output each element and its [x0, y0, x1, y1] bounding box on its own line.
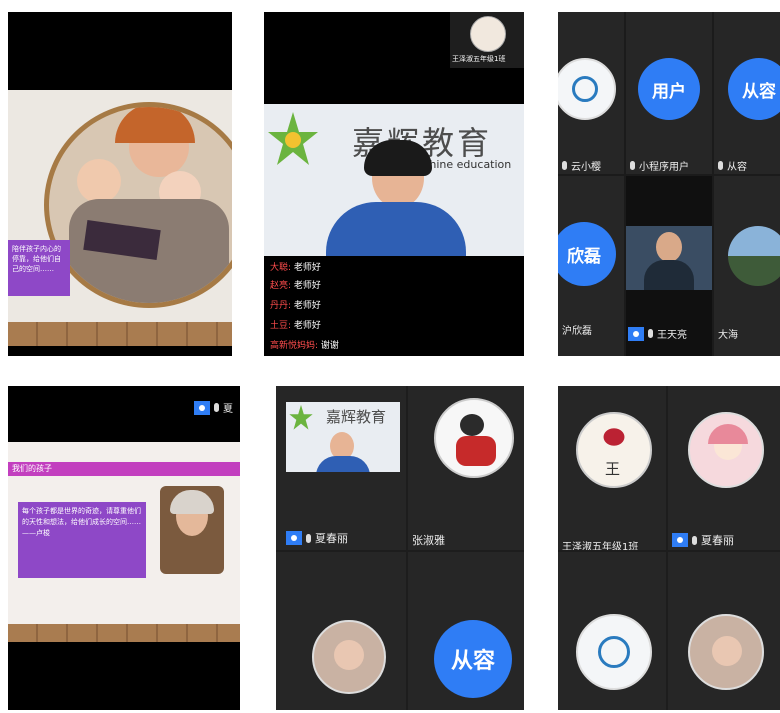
video-panel-6[interactable]: 王 王泽淑五年级1班 夏春丽	[558, 386, 780, 710]
video-panel-5[interactable]: 嘉辉教育 夏春丽 张淑雅 从容	[276, 386, 524, 710]
participant-name-row: 王天亮	[628, 326, 687, 341]
chat-line: 土豆: 老师好	[270, 321, 321, 331]
teacher-hair	[364, 140, 432, 176]
slide-title-bar: 我们的孩子	[8, 462, 240, 476]
video-panel-2[interactable]: 王泽淑五年级1班 嘉辉教育 sunshine education 赵亮: 老师好…	[264, 12, 524, 356]
participant-name-row: 夏春丽	[286, 530, 348, 546]
participant-name-row: 张淑雅	[412, 534, 445, 547]
chat-line: 赵亮: 老师好	[270, 281, 321, 291]
school-logo-avatar	[576, 614, 652, 690]
participant-tile-video[interactable]: 嘉辉教育 夏春丽	[276, 386, 406, 550]
participant-name-row: 云小樱	[562, 158, 601, 173]
participant-tile[interactable]: 从容 从容	[714, 12, 780, 174]
portrait-image	[160, 486, 224, 574]
brand-star-logo	[289, 404, 313, 430]
slide-screen: 陪伴孩子内心的停靠，给他们自己的空间……	[8, 90, 232, 322]
teacher-body	[326, 202, 466, 256]
chat-line: 大聪: 老师好	[270, 263, 321, 273]
slide-purple-box: 陪伴孩子内心的停靠，给他们自己的空间……	[8, 240, 70, 296]
participant-tile[interactable]: 夏春丽	[668, 386, 780, 550]
participant-tile[interactable]	[276, 552, 406, 710]
participant-name: 王泽淑五年级1班	[452, 55, 506, 63]
school-logo-avatar	[558, 58, 616, 120]
slide-circle-frame	[44, 102, 232, 308]
person-icon	[672, 533, 688, 547]
participant-tile[interactable]: 从容	[408, 552, 524, 710]
chat-line: 丹丹: 老师好	[270, 301, 321, 311]
participant-name-row: 大海	[718, 330, 738, 341]
speaker-video	[626, 226, 712, 290]
mic-icon	[306, 533, 311, 543]
person-icon	[286, 531, 302, 545]
cartoon-girl-avatar	[688, 412, 764, 488]
brand-name-cn: 嘉辉教育	[326, 408, 387, 426]
person-icon	[194, 400, 210, 415]
teacher-video-thumb: 嘉辉教育	[286, 402, 400, 472]
calligraphy-avatar: 王	[576, 412, 652, 488]
mic-icon	[630, 161, 635, 170]
wood-floor	[8, 624, 240, 642]
participant-name-row: 小程序用户	[630, 158, 689, 173]
quote-box: 每个孩子都是世界的奇迹，请尊重他们的天性和想法，给他们成长的空间…… ——卢梭	[18, 502, 146, 578]
landscape-avatar	[728, 226, 780, 286]
wood-floor	[8, 322, 232, 346]
baby-photo-avatar	[688, 614, 764, 690]
person-icon	[628, 326, 644, 341]
top-participant-tile[interactable]: 王泽淑五年级1班	[450, 12, 524, 68]
teacher-video: 嘉辉教育 sunshine education	[264, 104, 524, 256]
mic-icon	[692, 535, 697, 545]
participant-tile[interactable]	[558, 552, 666, 710]
participant-tile[interactable]: 用户 小程序用户	[626, 12, 712, 174]
child-figure	[77, 159, 121, 203]
video-panel-3[interactable]: 云小樱 用户 小程序用户 从容 从容 欣磊 沪欣磊 王天亮 大海	[558, 12, 780, 356]
chat-overlay: 赵亮: 老师好 丹丹: 老师好 土豆: 老师好 大聪: 老师好 高新悦妈妈: 谢…	[264, 256, 524, 356]
slide-screen: 我们的孩子 每个孩子都是世界的奇迹，请尊重他们的天性和想法，给他们成长的空间………	[8, 442, 240, 642]
participant-name-row: 从容	[718, 158, 747, 173]
video-panel-4[interactable]: 夏 我们的孩子 每个孩子都是世界的奇迹，请尊重他们的天性和想法，给他们成长的空间…	[8, 386, 240, 710]
participant-tile-speaker[interactable]: 王天亮	[626, 176, 712, 356]
active-speaker-tag: 夏	[194, 400, 233, 415]
participant-tile[interactable]: 王 王泽淑五年级1班	[558, 386, 666, 550]
avatar-badge-char: 王	[605, 460, 621, 478]
mic-icon	[562, 161, 567, 170]
participant-name-row: 王泽淑五年级1班	[562, 542, 639, 550]
participant-avatar	[470, 16, 506, 52]
chat-line: 高新悦妈妈: 谢谢	[270, 341, 339, 351]
brand-star-logo	[268, 112, 318, 165]
baby-photo-avatar	[312, 620, 386, 694]
participant-name-row: 夏春丽	[672, 532, 734, 548]
participant-tile[interactable]: 张淑雅	[408, 386, 524, 550]
mic-icon	[214, 403, 219, 412]
mic-icon	[718, 161, 723, 170]
video-panel-1[interactable]: 陪伴孩子内心的停靠，给他们自己的空间……	[8, 12, 232, 356]
slide-title: 我们的孩子	[12, 464, 52, 473]
congrong-avatar: 从容	[728, 58, 780, 120]
participant-tile[interactable]: 大海	[714, 176, 780, 356]
participant-name-row: 沪欣磊	[562, 326, 592, 337]
participant-tile[interactable]: 云小樱	[558, 12, 624, 174]
participant-tile[interactable]: 欣磊 沪欣磊	[558, 176, 624, 356]
congrong-avatar: 从容	[434, 620, 512, 698]
user-avatar: 用户	[638, 58, 700, 120]
ninja-avatar	[434, 398, 514, 478]
mic-icon	[648, 329, 653, 338]
participant-tile[interactable]	[668, 552, 780, 710]
xinlei-avatar: 欣磊	[558, 222, 616, 286]
